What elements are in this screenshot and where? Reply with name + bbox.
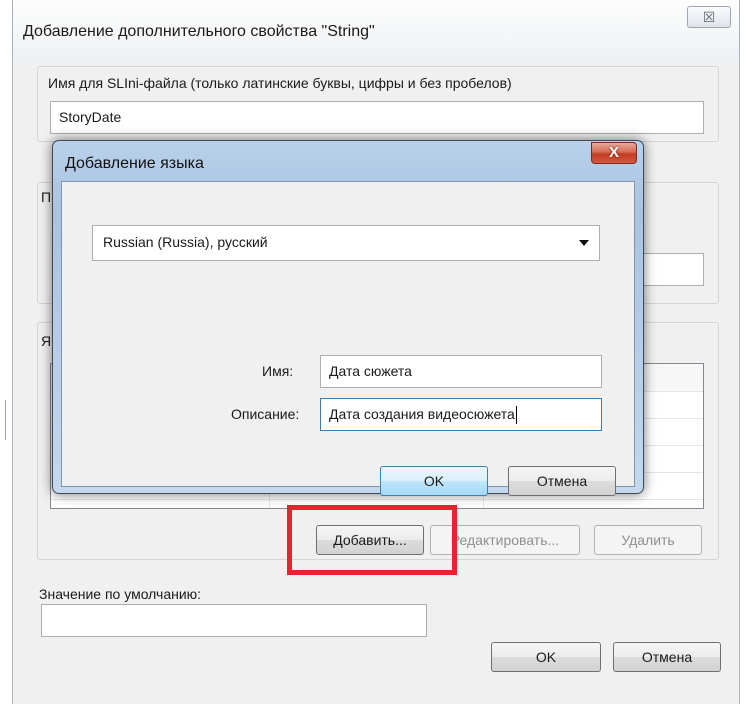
outer-ok-button[interactable]: OK xyxy=(491,642,601,672)
language-close-button[interactable]: X xyxy=(591,142,637,164)
default-value-input[interactable] xyxy=(41,604,427,637)
close-icon: ☒ xyxy=(702,9,716,25)
description-input-active[interactable]: Дата создания видеосюжета xyxy=(320,398,602,431)
language-dialog-title: Добавление языка xyxy=(65,155,204,172)
outer-close-button[interactable]: ☒ xyxy=(687,6,731,28)
outer-title-bar: Добавление дополнительного свойства "Str… xyxy=(13,0,739,62)
language-dialog-body: Russian (Russia), русский Имя: Дата сюже… xyxy=(61,181,635,496)
outer-dialog-title: Добавление дополнительного свойства "Str… xyxy=(23,23,375,40)
language-ok-button[interactable]: OK xyxy=(380,466,488,496)
ini-name-group: Имя для SLIni-файла (только латинские бу… xyxy=(37,66,719,142)
name-label: Имя: xyxy=(262,363,294,379)
description-input-text: Дата создания видеосюжета xyxy=(329,406,515,422)
language-cancel-button[interactable]: Отмена xyxy=(508,466,616,496)
text-caret xyxy=(515,406,517,425)
ini-name-label: Имя для SLIni-файла (только латинские бу… xyxy=(48,75,512,91)
language-select[interactable]: Russian (Russia), русский xyxy=(92,225,600,261)
description-group-label: П xyxy=(41,189,52,205)
description-label: Описание: xyxy=(231,406,300,422)
name-input[interactable]: Дата сюжета xyxy=(320,355,602,388)
languages-group-label: Я xyxy=(41,333,52,349)
highlight-frame xyxy=(287,505,457,575)
ini-name-input[interactable]: StoryDate xyxy=(50,101,704,134)
background-window-strip xyxy=(0,0,12,704)
language-select-value: Russian (Russia), русский xyxy=(103,234,268,250)
delete-language-button[interactable]: Удалить xyxy=(594,525,702,555)
outer-cancel-button[interactable]: Отмена xyxy=(613,642,721,672)
chevron-down-icon xyxy=(579,240,589,246)
close-icon: X xyxy=(608,144,619,161)
default-value-label: Значение по умолчанию: xyxy=(39,586,202,602)
background-window-edge xyxy=(5,400,8,440)
add-language-dialog: Добавление языка X Russian (Russia), рус… xyxy=(52,140,644,496)
